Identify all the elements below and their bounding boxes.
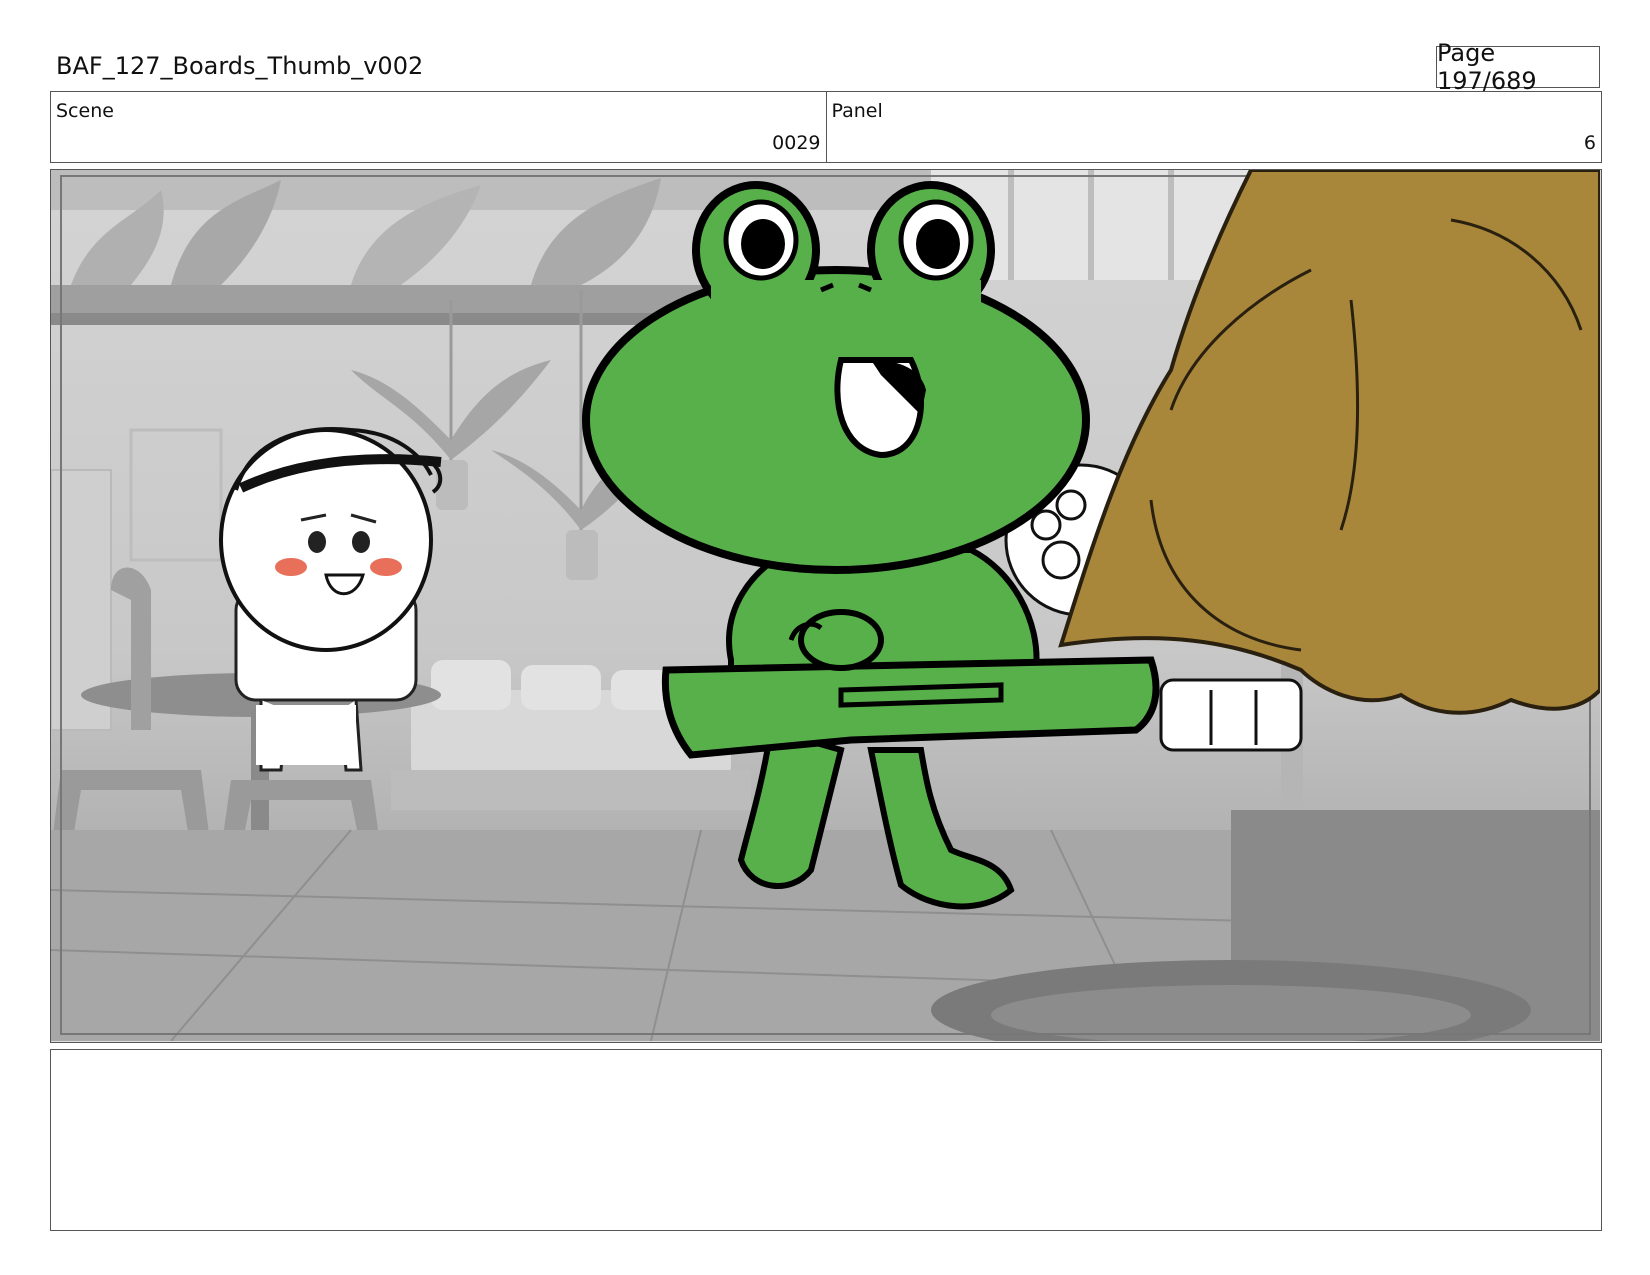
storyboard-drawing [51,170,1600,1041]
page-indicator: Page 197/689 [1436,39,1600,95]
document-title: BAF_127_Boards_Thumb_v002 [56,52,424,80]
info-row: Scene 0029 Panel 6 [50,91,1602,163]
scene-label: Scene [56,100,114,122]
panel-label: Panel [831,100,883,122]
panel-cell: Panel 6 [825,92,1602,162]
scene-cell: Scene 0029 [51,92,826,162]
panel-value: 6 [1583,132,1596,154]
storyboard-frame [50,169,1602,1043]
notes-box [50,1049,1602,1231]
scene-value: 0029 [772,132,821,154]
